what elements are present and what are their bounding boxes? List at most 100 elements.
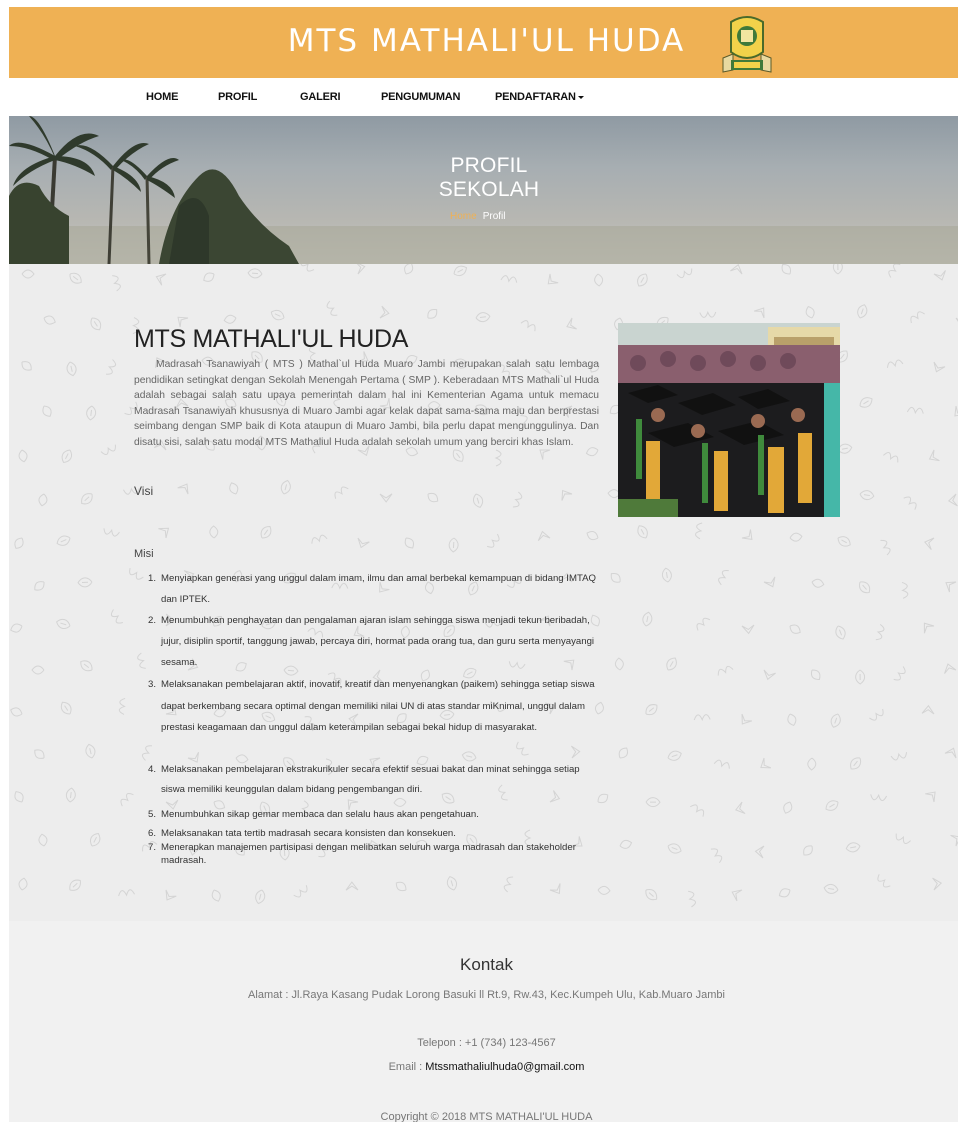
nav-pendaftaran[interactable]: PENDAFTARAN (495, 91, 584, 103)
nav-home[interactable]: HOME (146, 91, 178, 103)
pattern-doodle (427, 308, 438, 319)
pattern-doodle (693, 714, 711, 722)
pattern-doodle (66, 361, 77, 377)
pattern-doodle (888, 264, 901, 278)
pattern-doodle (486, 533, 500, 548)
pattern-doodle (807, 757, 817, 771)
pattern-doodle (645, 889, 658, 901)
misi-number: 3. (148, 679, 157, 690)
breadcrumb-home-link[interactable]: Home (450, 211, 477, 222)
pattern-doodle (112, 275, 121, 292)
chevron-down-icon (577, 95, 584, 99)
pattern-doodle (735, 801, 746, 815)
misi-number: 1. (148, 573, 157, 584)
pattern-doodle (859, 581, 871, 594)
nav-pengumuman[interactable]: PENGUMUMAN (381, 91, 460, 103)
pattern-doodle (787, 713, 797, 727)
pattern-doodle (247, 268, 263, 279)
page: MTS MATHALI'UL HUDA HOME PROFIL GALERI P… (9, 7, 958, 1122)
pattern-doodle (21, 361, 32, 371)
pattern-doodle (165, 889, 177, 901)
pattern-doodle (944, 747, 957, 759)
contact-footer: Kontak Alamat : Jl.Raya Kasang Pudak Lor… (9, 921, 958, 1122)
pattern-doodle (326, 300, 338, 316)
pattern-doodle (783, 801, 793, 814)
pattern-doodle (890, 752, 908, 761)
pattern-doodle (954, 405, 958, 417)
pattern-doodle (65, 787, 76, 803)
nav-galeri[interactable]: GALERI (300, 91, 341, 103)
school-title: MTS MATHALI'UL HUDA (134, 325, 409, 353)
pattern-doodle (789, 532, 803, 542)
pattern-doodle (10, 623, 23, 633)
pattern-doodle (760, 757, 772, 769)
pattern-doodle (895, 833, 911, 844)
pattern-doodle (118, 889, 135, 897)
pattern-doodle (561, 489, 573, 501)
misi-number: 2. (148, 615, 157, 626)
pattern-doodle (345, 881, 359, 891)
nav-pendaftaran-label: PENDAFTARAN (495, 91, 576, 103)
pattern-doodle (549, 883, 561, 895)
pattern-doodle (446, 876, 458, 891)
pattern-doodle (42, 405, 52, 417)
pattern-doodle (645, 797, 661, 808)
pattern-doodle (717, 665, 734, 676)
contact-title: Kontak (460, 955, 513, 974)
pattern-doodle (933, 361, 946, 373)
pattern-doodle (10, 707, 23, 717)
pattern-doodle (923, 622, 935, 634)
pattern-doodle (676, 268, 693, 279)
misi-heading: Misi (134, 548, 154, 560)
pattern-doodle (586, 531, 599, 541)
misi-list: 1. Menyiapkan generasi yang unggul dalam … (134, 568, 599, 867)
pattern-doodle (90, 317, 102, 331)
main-nav: HOME PROFIL GALERI PENGUMUMAN PENDAFTARA… (9, 78, 958, 116)
pattern-doodle (475, 312, 491, 323)
pattern-doodle (255, 889, 266, 905)
pattern-doodle (901, 581, 909, 599)
pattern-doodle (56, 618, 71, 630)
pattern-doodle (103, 528, 120, 537)
visi-heading: Visi (134, 484, 154, 498)
misi-text: Menumbuhkan sikap gemar membaca dan sela… (161, 809, 479, 820)
misi-item: 3. Melaksanakan pembelajaran aktif, inova… (134, 674, 599, 760)
pattern-doodle (637, 273, 648, 287)
misi-item: 5. Menumbuhkan sikap gemar membaca dan se… (134, 804, 599, 826)
pattern-doodle (690, 804, 705, 817)
pattern-doodle (81, 493, 93, 505)
pattern-doodle (947, 493, 958, 507)
misi-text: Melaksanakan pembelajaran aktif, inovati… (161, 679, 595, 733)
pattern-doodle (334, 486, 349, 499)
pattern-doodle (906, 406, 924, 415)
pattern-doodle (203, 272, 215, 282)
pattern-doodle (427, 492, 439, 503)
pattern-doodle (731, 889, 743, 902)
pattern-doodle (158, 527, 170, 539)
pattern-doodle (924, 537, 935, 551)
pattern-doodle (155, 273, 167, 286)
pattern-doodle (637, 525, 648, 539)
contact-email-link[interactable]: Mtssmathaliulhuda0@gmail.com (425, 1061, 584, 1073)
pattern-doodle (642, 611, 653, 627)
pattern-doodle (803, 845, 813, 856)
misi-item: 1. Menyiapkan generasi yang unggul dalam … (134, 568, 599, 610)
pattern-doodle (730, 264, 743, 275)
school-emblem-icon[interactable] (719, 14, 775, 74)
pattern-doodle (928, 449, 940, 462)
graduation-photo (618, 323, 840, 517)
pattern-doodle (512, 491, 523, 508)
pattern-doodle (270, 309, 285, 321)
pattern-doodle (850, 757, 862, 770)
pattern-doodle (597, 885, 611, 895)
pattern-doodle (835, 625, 846, 640)
pattern-doodle (754, 307, 765, 319)
pattern-doodle (741, 624, 755, 635)
nav-profil[interactable]: PROFIL (218, 91, 257, 103)
pattern-doodle (754, 845, 765, 859)
pattern-doodle (610, 572, 621, 583)
pattern-doodle (503, 876, 514, 893)
pattern-doodle (34, 749, 45, 759)
pattern-doodle (404, 264, 414, 275)
pattern-doodle (695, 522, 703, 540)
